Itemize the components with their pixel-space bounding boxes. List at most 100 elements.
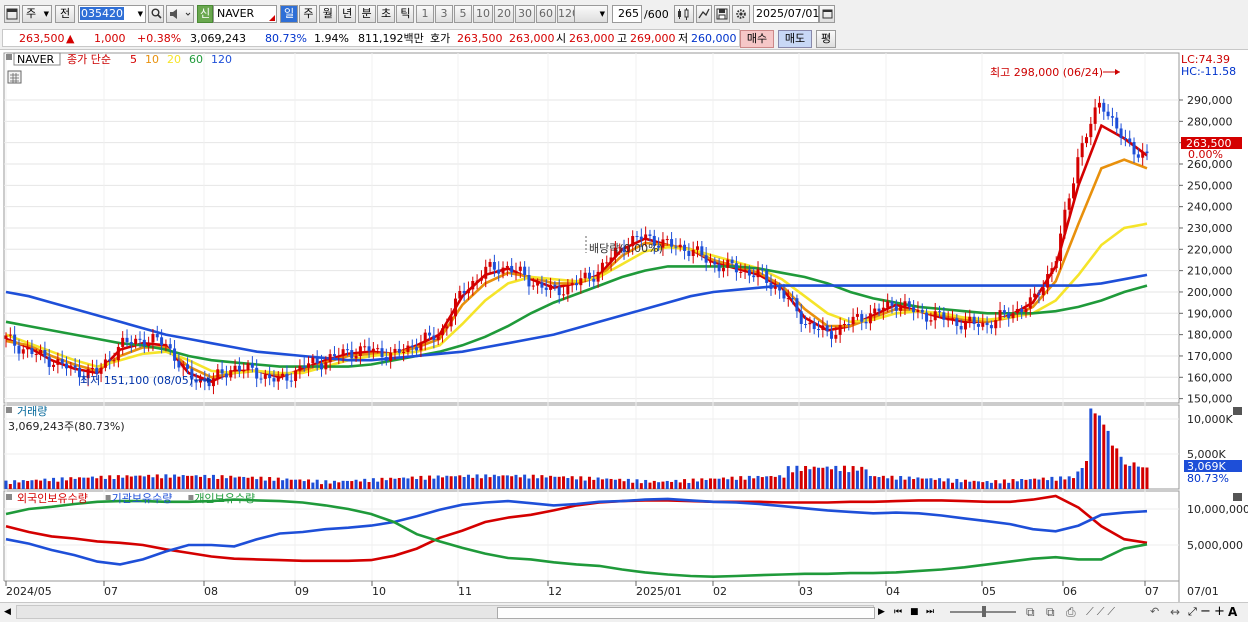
undo-icon[interactable]: ↶: [1150, 605, 1170, 619]
drawing-tools-icon[interactable]: ⟋⟋⟋: [1086, 605, 1146, 619]
volume-bar: [298, 479, 302, 489]
interval-button-20[interactable]: 20: [494, 5, 514, 23]
volume-bar: [73, 478, 77, 489]
x-label-5: 11: [458, 585, 472, 598]
layout-icon[interactable]: ⧉: [1026, 605, 1044, 619]
print-icon[interactable]: ⎙: [1066, 605, 1084, 619]
zoom-in-icon[interactable]: +: [1214, 605, 1226, 619]
crosshair-icon[interactable]: [696, 5, 712, 23]
volume-bar: [475, 474, 479, 489]
ma-legend-5[interactable]: 5: [130, 53, 137, 66]
volume-bar: [1123, 464, 1127, 489]
tab-period-0[interactable]: 일: [280, 5, 298, 23]
stock-chart[interactable]: 290,000280,000270,000260,000250,000240,0…: [0, 50, 1248, 602]
gear-icon[interactable]: [732, 5, 750, 23]
copy-icon[interactable]: ⧉: [1046, 605, 1064, 619]
candle-body: [47, 356, 51, 367]
panel-handle-icon[interactable]: [6, 407, 12, 413]
ma-legend-10[interactable]: 10: [145, 53, 159, 66]
candle-body: [881, 307, 885, 312]
tab-period-5[interactable]: 초: [377, 5, 395, 23]
interval-button-5[interactable]: 5: [454, 5, 472, 23]
candle-body: [817, 329, 821, 331]
candle-body: [644, 234, 648, 240]
interval-button-1[interactable]: 1: [416, 5, 434, 23]
count-input[interactable]: 265: [612, 5, 642, 23]
close-panel-icon[interactable]: [1233, 407, 1242, 415]
volume-bar: [726, 479, 730, 489]
horizontal-scrollbar[interactable]: [16, 605, 875, 619]
search-icon[interactable]: [148, 5, 164, 23]
volume-bar: [523, 474, 527, 489]
volume-bar: [989, 482, 993, 489]
window-icon[interactable]: [4, 5, 20, 23]
calendar-icon[interactable]: [819, 5, 835, 23]
candle-body: [112, 360, 116, 362]
volume-bar: [26, 480, 30, 489]
close-panel-icon[interactable]: [1233, 493, 1242, 501]
interval-button-30[interactable]: 30: [515, 5, 535, 23]
ma-legend-120[interactable]: 120: [211, 53, 232, 66]
tab-period-3[interactable]: 년: [338, 5, 357, 23]
tab-period-1[interactable]: 주: [299, 5, 318, 23]
zoom-out-icon[interactable]: −: [1200, 605, 1212, 619]
tab-period-4[interactable]: 분: [357, 5, 376, 23]
candle-type-icon[interactable]: [674, 5, 694, 23]
volume-title: 거래량: [17, 405, 47, 418]
tab-period-6[interactable]: 틱: [396, 5, 415, 23]
x-label-13: 07: [1145, 585, 1159, 598]
speaker-icon[interactable]: [166, 5, 194, 23]
ma-legend-20[interactable]: 20: [167, 53, 181, 66]
volume-bar: [1106, 430, 1110, 489]
volume-bar: [657, 482, 661, 489]
rewind-icon[interactable]: ⏮: [894, 605, 908, 619]
interval-button-60[interactable]: 60: [536, 5, 556, 23]
play-icon[interactable]: ⏭: [926, 605, 940, 619]
fit-icon[interactable]: ↔: [1170, 605, 1186, 619]
price-tick-12: 170,000: [1187, 350, 1233, 363]
stock-name-field[interactable]: NAVER: [213, 5, 277, 23]
ma-legend-60[interactable]: 60: [189, 53, 203, 66]
volume-bar: [678, 482, 682, 489]
volume-bar: [916, 477, 920, 489]
font-size-icon[interactable]: A: [1228, 605, 1242, 619]
volume-bar: [69, 477, 73, 489]
zoom-slider[interactable]: [948, 605, 1018, 619]
candle-body: [211, 378, 215, 387]
stock-code-input[interactable]: 035420 ▼: [78, 5, 146, 23]
sell-button[interactable]: 매도: [778, 30, 812, 48]
holdings-legend-1[interactable]: 기관보유수량: [112, 492, 173, 505]
volume-bar: [320, 484, 324, 489]
eval-button[interactable]: 평: [816, 30, 836, 48]
scroll-thumb[interactable]: [497, 607, 875, 619]
tab-period-2[interactable]: 월: [318, 5, 337, 23]
resize-icon[interactable]: ⤢: [1188, 605, 1200, 619]
volume-bar: [1072, 478, 1076, 489]
prev-button[interactable]: 전: [55, 5, 75, 23]
holdings-legend-0[interactable]: 외국인보유수량: [17, 492, 88, 505]
scroll-right-icon[interactable]: ▶: [878, 605, 890, 619]
candle-body: [894, 305, 898, 311]
interval-button-10[interactable]: 10: [473, 5, 493, 23]
candle-body: [1067, 198, 1071, 210]
volume-bar: [177, 476, 181, 489]
stop-icon[interactable]: ■: [910, 605, 924, 619]
volume-bar: [1097, 415, 1101, 489]
volume-bar: [704, 479, 708, 489]
date-input[interactable]: 2025/07/01: [753, 5, 819, 23]
period-select[interactable]: 주 ▼: [22, 5, 52, 23]
panel-handle-icon[interactable]: [6, 54, 12, 60]
volume-ratio: 80.73%: [265, 32, 307, 45]
interval-button-3[interactable]: 3: [435, 5, 453, 23]
save-icon[interactable]: [714, 5, 730, 23]
volume-bar: [285, 478, 289, 489]
volume-bar: [505, 475, 509, 489]
panel-handle-icon[interactable]: [6, 494, 12, 500]
buy-button[interactable]: 매수: [740, 30, 774, 48]
holdings-legend-2[interactable]: 개인보유수량: [194, 492, 255, 505]
volume-bar: [363, 478, 367, 489]
interval-dropdown[interactable]: ▼: [574, 5, 608, 23]
candle-body: [1059, 233, 1063, 262]
scroll-left-icon[interactable]: ◀: [4, 605, 16, 619]
volume-bar: [406, 478, 410, 489]
